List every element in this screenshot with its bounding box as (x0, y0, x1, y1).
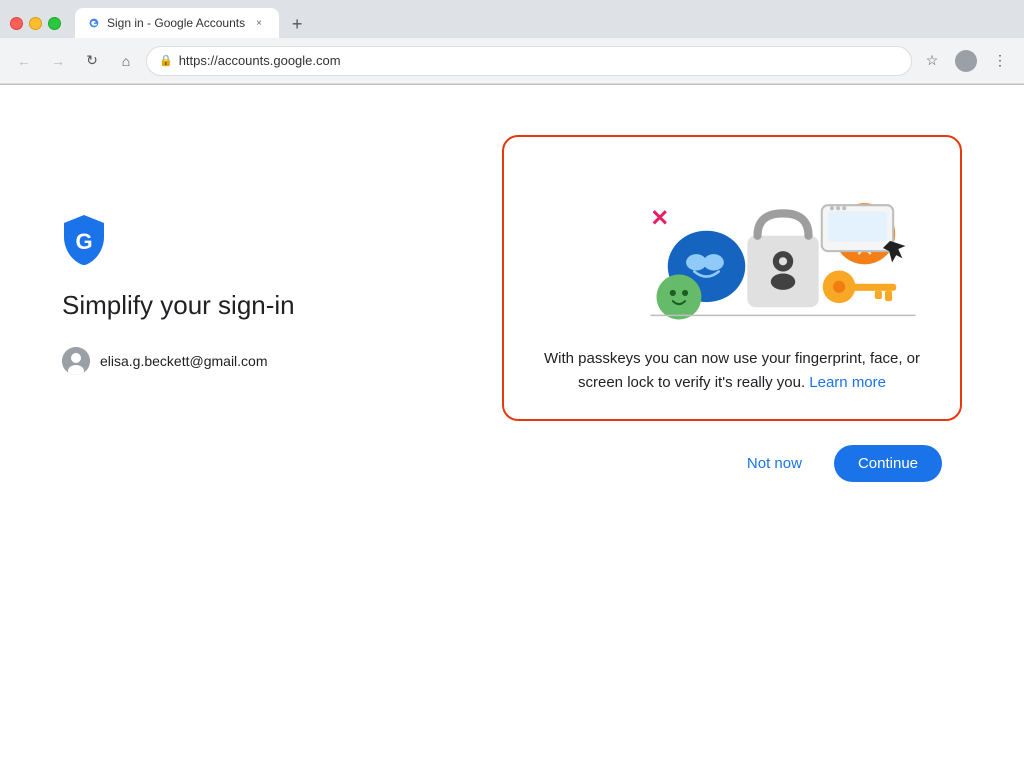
user-email: elisa.g.beckett@gmail.com (100, 353, 268, 369)
learn-more-link[interactable]: Learn more (809, 374, 886, 391)
home-button[interactable]: ⌂ (112, 47, 140, 75)
actions-row: Not now Continue (375, 445, 962, 482)
browser-menu-button[interactable]: ⋮ (986, 47, 1014, 75)
google-shield-logo: G (62, 215, 106, 265)
close-window-button[interactable] (10, 17, 23, 30)
tab-title: Sign in - Google Accounts (107, 16, 245, 30)
maximize-window-button[interactable] (48, 17, 61, 30)
nav-bar: ← → ↻ ⌂ 🔒 https://accounts.google.com ☆ … (0, 38, 1024, 84)
tab-favicon-icon (87, 16, 101, 30)
right-panel: ✕ (375, 135, 962, 482)
passkey-card: ✕ (502, 135, 962, 421)
lock-icon: 🔒 (159, 54, 173, 67)
user-info: elisa.g.beckett@gmail.com (62, 347, 268, 375)
page-title: Simplify your sign-in (62, 289, 295, 323)
left-panel: G Simplify your sign-in elisa.g.beckett@… (62, 135, 295, 375)
svg-text:G: G (75, 229, 92, 254)
svg-text:✕: ✕ (650, 206, 669, 231)
new-tab-button[interactable]: + (283, 10, 311, 38)
title-bar: Sign in - Google Accounts × + (0, 0, 1024, 38)
active-tab[interactable]: Sign in - Google Accounts × (75, 8, 279, 38)
forward-button[interactable]: → (44, 47, 72, 75)
back-button[interactable]: ← (10, 47, 38, 75)
passkey-illustration: ✕ (528, 161, 936, 331)
not-now-button[interactable]: Not now (731, 447, 818, 480)
account-button[interactable] (952, 47, 980, 75)
address-bar[interactable]: 🔒 https://accounts.google.com (146, 46, 912, 76)
avatar (62, 347, 90, 375)
bookmark-button[interactable]: ☆ (918, 47, 946, 75)
reload-button[interactable]: ↻ (78, 47, 106, 75)
account-avatar (955, 50, 977, 72)
traffic-lights (10, 17, 61, 30)
tab-bar: Sign in - Google Accounts × + (75, 8, 311, 38)
page-inner: G Simplify your sign-in elisa.g.beckett@… (62, 135, 962, 482)
browser-chrome: Sign in - Google Accounts × + ← → ↻ ⌂ 🔒 … (0, 0, 1024, 85)
minimize-window-button[interactable] (29, 17, 42, 30)
card-description: With passkeys you can now use your finge… (528, 347, 936, 395)
url-display: https://accounts.google.com (179, 53, 899, 68)
tab-close-button[interactable]: × (251, 15, 267, 31)
page-content: G Simplify your sign-in elisa.g.beckett@… (0, 85, 1024, 769)
continue-button[interactable]: Continue (834, 445, 942, 482)
